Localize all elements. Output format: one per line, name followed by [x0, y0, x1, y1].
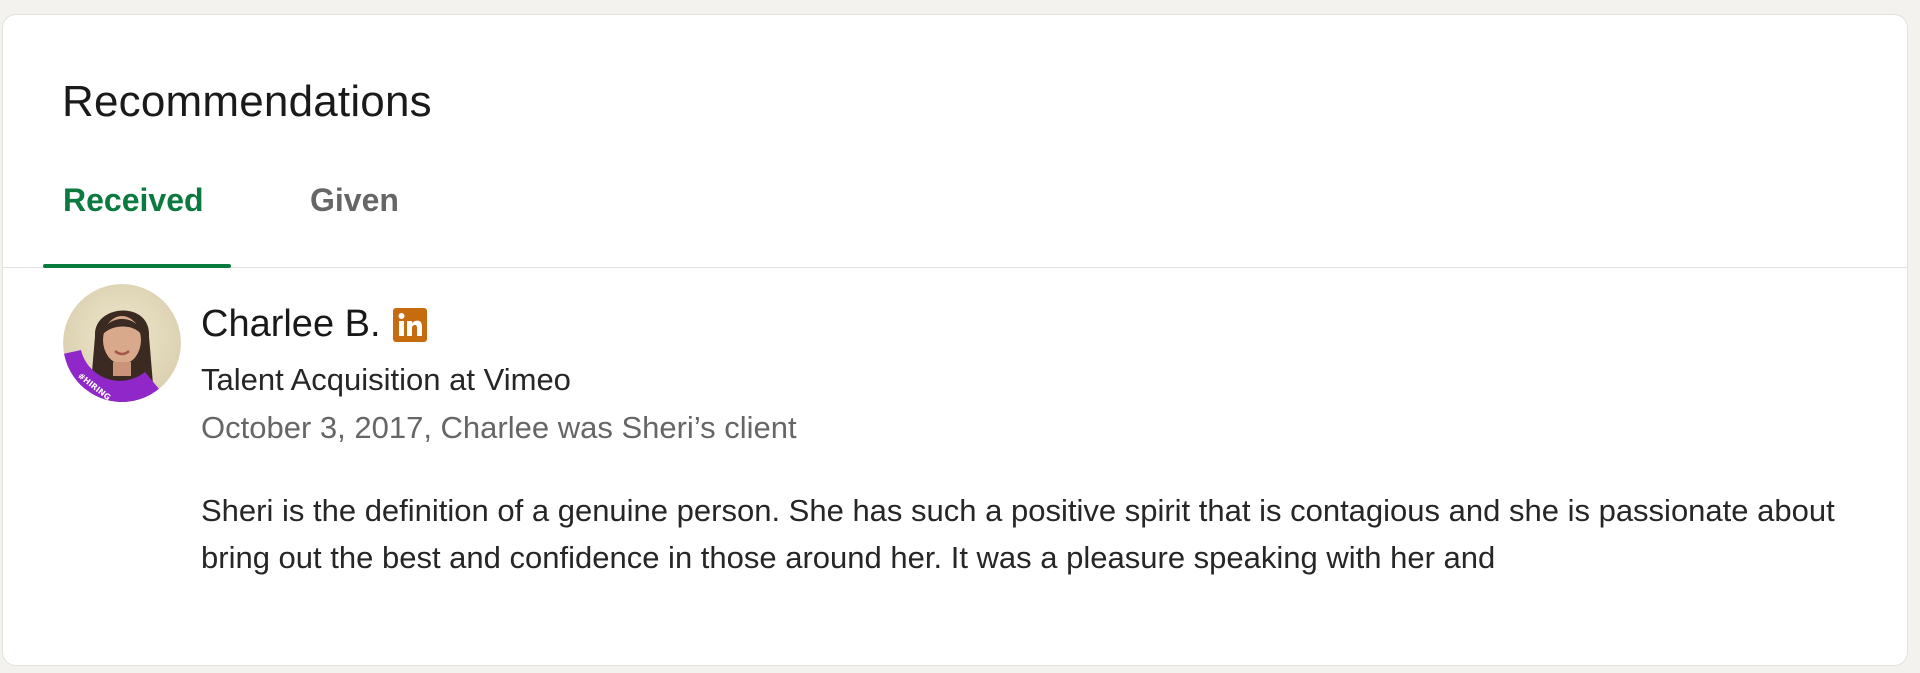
recommendation-tabs: Received Given	[3, 165, 1907, 268]
recommender-headline: Talent Acquisition at Vimeo	[201, 362, 571, 397]
recommendations-card: Recommendations Received Given #HIRING C…	[2, 14, 1908, 666]
avatar[interactable]: #HIRING	[63, 284, 181, 402]
tab-received[interactable]: Received	[63, 182, 204, 219]
linkedin-icon[interactable]	[392, 307, 427, 342]
active-tab-indicator	[43, 264, 231, 268]
recommendation-text: Sheri is the definition of a genuine per…	[201, 493, 1835, 575]
avatar-photo: #HIRING	[63, 284, 181, 402]
recommender-name[interactable]: Charlee B.	[201, 303, 381, 346]
tab-given[interactable]: Given	[310, 182, 399, 219]
recommendation-meta: October 3, 2017, Charlee was Sheri’s cli…	[201, 410, 797, 445]
section-title: Recommendations	[62, 77, 432, 126]
recommender-name-row: Charlee B.	[201, 303, 427, 346]
